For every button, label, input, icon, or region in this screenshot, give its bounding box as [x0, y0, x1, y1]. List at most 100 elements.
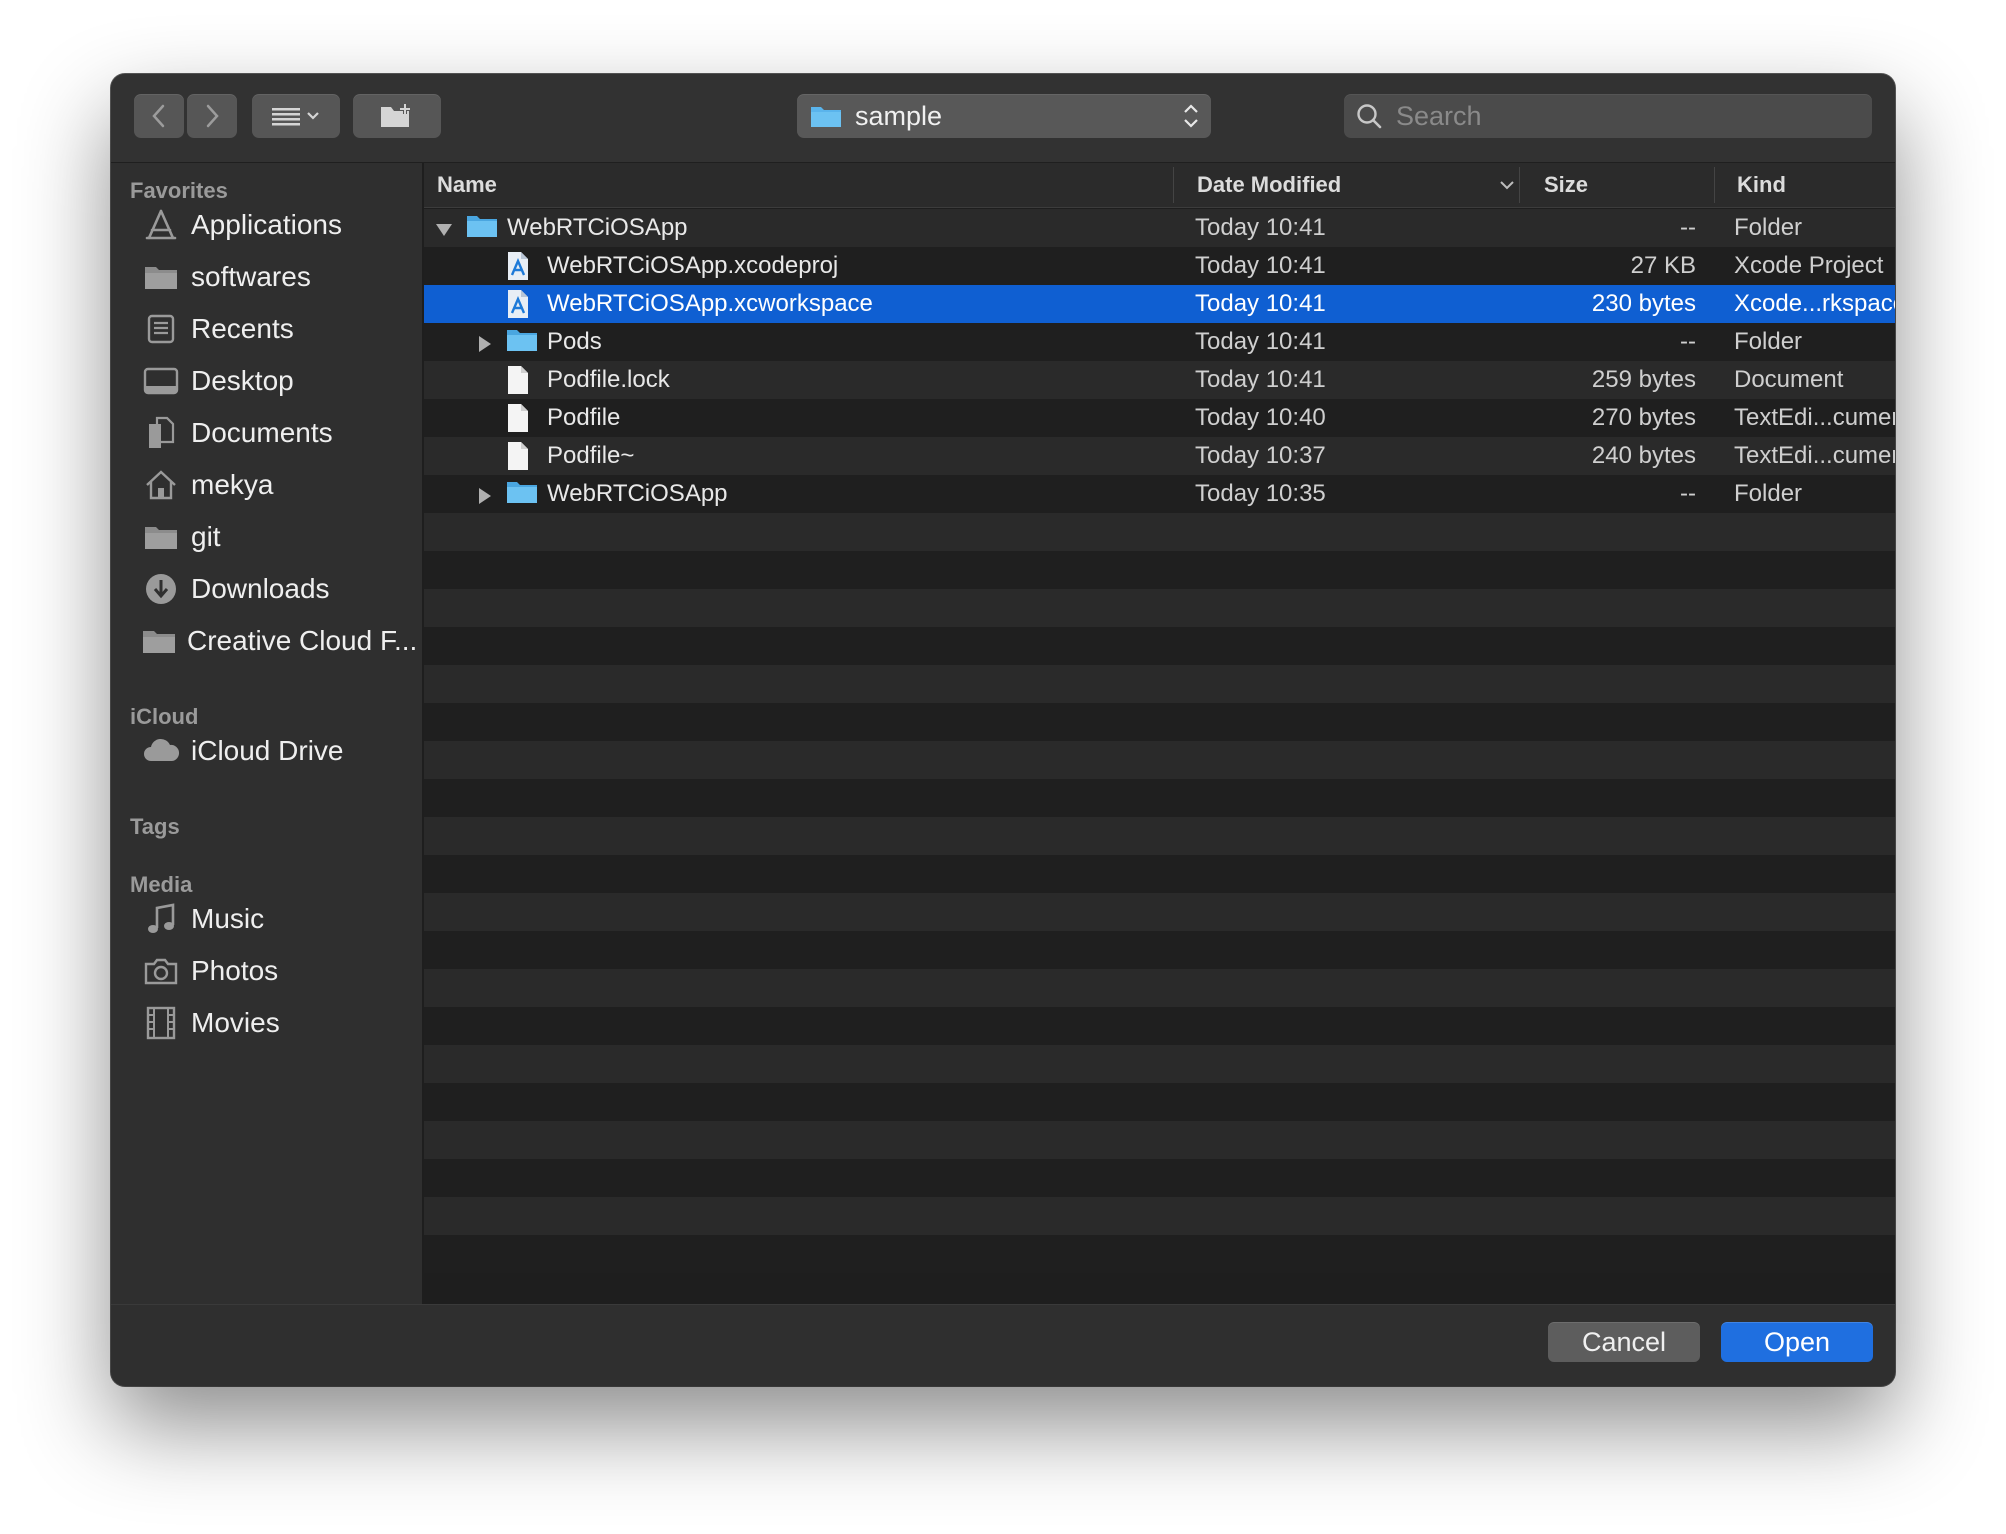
sidebar-item-recents[interactable]: Recents	[141, 303, 416, 355]
column-divider[interactable]	[1173, 167, 1174, 203]
sidebar-item-music[interactable]: Music	[141, 893, 416, 945]
file-name: WebRTCiOSApp	[547, 480, 728, 507]
sidebar-item-git[interactable]: git	[141, 511, 416, 563]
empty-row	[424, 969, 1895, 1007]
sidebar-item-icloud-drive[interactable]: iCloud Drive	[141, 725, 416, 777]
file-size: --	[1680, 480, 1696, 507]
folder-icon	[141, 520, 181, 554]
empty-row	[424, 551, 1895, 589]
folder-icon	[141, 260, 181, 294]
chevron-left-icon	[152, 104, 165, 128]
file-kind: Document	[1734, 366, 1844, 393]
sidebar-item-label: Desktop	[191, 365, 294, 396]
sidebar-item-downloads[interactable]: Downloads	[141, 563, 416, 615]
new-folder-button[interactable]	[353, 94, 441, 138]
file-kind: Folder	[1734, 214, 1803, 241]
empty-row	[424, 817, 1895, 855]
sidebar-item-documents[interactable]: Documents	[141, 407, 416, 459]
file-list: Name Date Modified Size Kind WebRTCiOSAp…	[424, 163, 1895, 1304]
back-button[interactable]	[134, 94, 184, 138]
open-file-dialog: sample Favorites Applications	[111, 74, 1895, 1386]
sidebar-item-movies[interactable]: Movies	[141, 997, 416, 1049]
sidebar-item-mekya[interactable]: mekya	[141, 459, 416, 511]
file-kind: TextEdi...cument	[1734, 442, 1895, 469]
file-kind: Xcode Project	[1734, 252, 1884, 279]
file-row[interactable]: Podfile~ Today 10:37 240 bytes TextEdi...cu…	[424, 437, 1895, 475]
sidebar-item-label: Documents	[191, 417, 333, 448]
empty-row	[424, 703, 1895, 741]
file-row[interactable]: WebRTCiOSApp.xcodeproj Today 10:41 27 KB Xc…	[424, 247, 1895, 285]
file-row[interactable]: WebRTCiOSApp Today 10:35 -- Folder	[424, 475, 1895, 513]
column-size[interactable]: Size	[1544, 163, 1588, 207]
dialog-footer: Cancel Open	[111, 1304, 1895, 1386]
sidebar-item-desktop[interactable]: Desktop	[141, 355, 416, 407]
sidebar-item-label: Downloads	[191, 573, 330, 604]
disclosure-triangle-icon[interactable]	[474, 486, 494, 506]
file-row[interactable]: Pods Today 10:41 -- Folder	[424, 323, 1895, 361]
sidebar-item-applications[interactable]: Applications	[141, 199, 416, 251]
file-kind: TextEdi...cument	[1734, 404, 1895, 431]
empty-row	[424, 627, 1895, 665]
sort-chevron-icon	[1500, 181, 1514, 190]
film-icon	[141, 1006, 181, 1040]
path-popup[interactable]: sample	[797, 94, 1211, 138]
sidebar: Favorites Applications softwares Recents…	[111, 163, 424, 1304]
file-date: Today 10:40	[1195, 404, 1326, 431]
sidebar-item-label: Movies	[191, 1007, 280, 1038]
file-row[interactable]: Podfile.lock Today 10:41 259 bytes Document	[424, 361, 1895, 399]
cloud-icon	[141, 734, 181, 768]
camera-icon	[141, 954, 181, 988]
folder-icon	[506, 479, 538, 512]
xcode-icon	[506, 251, 530, 288]
column-divider[interactable]	[1714, 167, 1715, 203]
file-date: Today 10:37	[1195, 442, 1326, 469]
sidebar-item-photos[interactable]: Photos	[141, 945, 416, 997]
column-kind[interactable]: Kind	[1737, 163, 1786, 207]
file-name: WebRTCiOSApp.xcworkspace	[547, 290, 873, 317]
folder-icon	[506, 327, 538, 360]
file-kind: Xcode...rkspace	[1734, 290, 1895, 317]
file-name: Podfile.lock	[547, 366, 670, 393]
sidebar-item-label: Recents	[191, 313, 294, 344]
file-row[interactable]: WebRTCiOSApp.xcworkspace Today 10:41 230 b…	[424, 285, 1895, 323]
cancel-button[interactable]: Cancel	[1548, 1322, 1700, 1362]
view-options-button[interactable]	[252, 94, 340, 138]
column-divider[interactable]	[1519, 167, 1520, 203]
column-date-modified[interactable]: Date Modified	[1197, 163, 1517, 207]
file-kind: Folder	[1734, 480, 1803, 507]
sidebar-item-label: Music	[191, 903, 265, 934]
recents-icon	[141, 312, 181, 346]
file-row[interactable]: WebRTCiOSApp Today 10:41 -- Folder	[424, 209, 1895, 247]
folder-icon	[466, 213, 498, 246]
file-name: Podfile~	[547, 442, 635, 469]
file-date: Today 10:35	[1195, 480, 1326, 507]
file-row[interactable]: Podfile Today 10:40 270 bytes TextEdi...cum…	[424, 399, 1895, 437]
column-name[interactable]: Name	[437, 163, 497, 207]
column-header: Name Date Modified Size Kind	[424, 163, 1895, 208]
sidebar-item-label: Creative Cloud F...	[187, 625, 418, 656]
empty-row	[424, 1045, 1895, 1083]
search-input[interactable]	[1394, 99, 1838, 133]
sidebar-item-softwares[interactable]: softwares	[141, 251, 416, 303]
sidebar-item-label: Applications	[191, 209, 342, 240]
empty-row	[424, 1159, 1895, 1197]
file-size: 230 bytes	[1591, 290, 1696, 317]
toolbar: sample	[111, 74, 1895, 163]
file-name: Podfile	[547, 404, 621, 431]
sidebar-item-creative-cloud[interactable]: Creative Cloud F...	[141, 615, 418, 667]
desktop-icon	[141, 364, 181, 398]
empty-row	[424, 1235, 1895, 1273]
disclosure-triangle-icon[interactable]	[474, 334, 494, 354]
empty-row	[424, 589, 1895, 627]
sidebar-item-label: git	[191, 521, 221, 552]
empty-row	[424, 1083, 1895, 1121]
open-button[interactable]: Open	[1721, 1322, 1873, 1362]
music-icon	[141, 902, 181, 936]
disclosure-triangle-icon[interactable]	[434, 220, 454, 240]
empty-row	[424, 665, 1895, 703]
search-field[interactable]	[1344, 94, 1872, 138]
folder-icon	[811, 107, 841, 127]
forward-button[interactable]	[187, 94, 237, 138]
documents-icon	[141, 416, 181, 450]
sidebar-item-label: iCloud Drive	[191, 735, 344, 766]
